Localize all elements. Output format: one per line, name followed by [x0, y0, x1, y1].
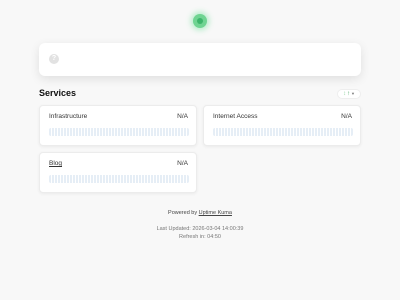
- uptime-badge: N/A: [341, 113, 352, 120]
- description-card: ?: [39, 43, 361, 76]
- monitor-card-blog[interactable]: Blog N/A: [39, 152, 197, 193]
- section-title: Services: [39, 88, 77, 98]
- overall-status-indicator: [193, 14, 207, 28]
- heartbeat-bar: [49, 175, 189, 183]
- sort-dropdown[interactable]: ↕ ↑ ▼: [337, 89, 361, 99]
- uptime-badge: N/A: [177, 113, 188, 120]
- refresh-countdown: Refresh in: 04:50: [179, 234, 221, 240]
- status-dot-icon: [197, 18, 203, 24]
- powered-by-label: Powered by: [168, 210, 198, 216]
- heartbeat-bar: [213, 128, 353, 136]
- last-updated: Last Updated: 2026-03-04 14:00:39: [156, 226, 244, 232]
- monitor-card-internet-access[interactable]: Internet Access N/A: [203, 105, 361, 146]
- powered-by: Powered by Uptime Kuma: [0, 210, 400, 216]
- uptime-kuma-link[interactable]: Uptime Kuma: [199, 210, 232, 216]
- monitor-name: Infrastructure: [49, 113, 88, 120]
- monitor-card-infrastructure[interactable]: Infrastructure N/A: [39, 105, 197, 146]
- uptime-badge: N/A: [177, 160, 188, 167]
- arrow-up-icon: ↑: [347, 91, 351, 97]
- monitor-name-link[interactable]: Blog: [49, 160, 62, 167]
- sort-icon: ↕: [343, 91, 347, 97]
- chevron-down-icon: ▼: [351, 91, 355, 96]
- status-page: ? Services ↕ ↑ ▼ Infrastructure N/A Inte…: [0, 0, 400, 300]
- question-circle-icon[interactable]: ?: [49, 54, 59, 64]
- monitor-name: Internet Access: [213, 113, 258, 120]
- heartbeat-bar: [49, 128, 189, 136]
